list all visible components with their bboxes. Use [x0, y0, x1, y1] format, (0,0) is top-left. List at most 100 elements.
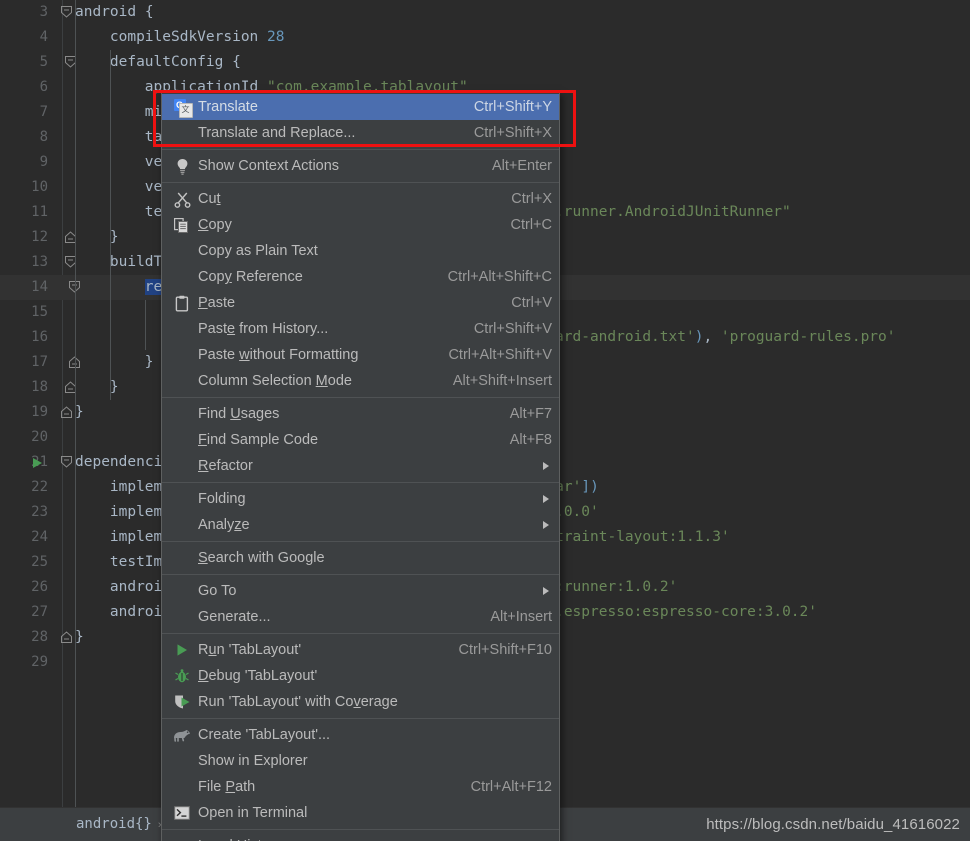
menu-separator	[162, 541, 559, 542]
menu-item-copy[interactable]: Copy Ctrl+C	[162, 212, 559, 238]
line-number: 3	[39, 4, 48, 20]
code-text[interactable]: }	[110, 225, 119, 250]
line-number: 27	[31, 604, 48, 620]
menu-item-cut[interactable]: Cut Ctrl+X	[162, 186, 559, 212]
line-number: 19	[31, 404, 48, 420]
menu-item-paste-without-formatting[interactable]: Paste without Formatting Ctrl+Alt+Shift+V	[162, 342, 559, 368]
menu-item-translate-and-replace[interactable]: Translate and Replace... Ctrl+Shift+X	[162, 120, 559, 146]
menu-item-label: File Path	[198, 779, 256, 795]
line-number: 28	[31, 629, 48, 645]
menu-item-find-usages[interactable]: Find Usages Alt+F7	[162, 401, 559, 427]
breadcrumb[interactable]: android{} ›	[76, 808, 168, 841]
menu-item-translate[interactable]: G文Translate Ctrl+Shift+Y	[162, 94, 559, 120]
menu-item-icon-empty	[168, 120, 196, 146]
menu-item-copy-as-plain-text[interactable]: Copy as Plain Text	[162, 238, 559, 264]
menu-item-icon-empty	[168, 833, 196, 841]
fold-toggle-icon[interactable]	[58, 625, 74, 650]
menu-item-label: Copy as Plain Text	[198, 243, 318, 259]
menu-item-refactor[interactable]: Refactor	[162, 453, 559, 479]
line-number: 5	[39, 54, 48, 70]
menu-item-label: Debug 'TabLayout'	[198, 668, 318, 684]
menu-item-icon-empty	[168, 774, 196, 800]
menu-item-icon-empty	[168, 427, 196, 453]
copy-icon	[168, 212, 196, 238]
breadcrumb-item-android[interactable]: android{}	[76, 816, 152, 832]
menu-item-generate[interactable]: Generate... Alt+Insert	[162, 604, 559, 630]
menu-item-icon-empty	[168, 453, 196, 479]
menu-item-local-history[interactable]: Local History	[162, 833, 559, 841]
code-text[interactable]: }	[110, 375, 119, 400]
menu-item-label: Generate...	[198, 609, 271, 625]
menu-item-search-with-google[interactable]: Search with Google	[162, 545, 559, 571]
menu-item-column-selection-mode[interactable]: Column Selection Mode Alt+Shift+Insert	[162, 368, 559, 394]
menu-item-label: Show in Explorer	[198, 753, 308, 769]
menu-item-label: Column Selection Mode	[198, 373, 352, 389]
line-number: 25	[31, 554, 48, 570]
menu-item-run-tablayout-with-coverage[interactable]: Run 'TabLayout' with Coverage	[162, 689, 559, 715]
menu-item-shortcut: Ctrl+Alt+F12	[470, 779, 552, 795]
menu-item-label: Translate and Replace...	[198, 125, 356, 141]
code-text[interactable]: }	[75, 400, 84, 425]
submenu-arrow-icon	[540, 587, 552, 595]
line-number: 9	[39, 154, 48, 170]
debug-icon	[168, 663, 196, 689]
menu-item-icon-empty	[168, 238, 196, 264]
editor-context-menu[interactable]: G文Translate Ctrl+Shift+Y Translate and Rep…	[161, 92, 560, 841]
line-number: 11	[31, 204, 48, 220]
menu-item-icon-empty	[168, 342, 196, 368]
code-text[interactable]: android {	[75, 0, 154, 25]
line-number: 4	[39, 29, 48, 45]
fold-toggle-icon[interactable]	[58, 400, 74, 425]
menu-item-run-tablayout[interactable]: Run 'TabLayout' Ctrl+Shift+F10	[162, 637, 559, 663]
code-line[interactable]: 3 android {	[0, 0, 970, 25]
code-line[interactable]: 4 compileSdkVersion 28	[0, 25, 970, 50]
menu-item-label: Open in Terminal	[198, 805, 308, 821]
menu-item-open-in-terminal[interactable]: Open in Terminal	[162, 800, 559, 826]
line-number: 16	[31, 329, 48, 345]
indent-guide	[144, 300, 146, 350]
menu-separator	[162, 182, 559, 183]
line-number: 22	[31, 479, 48, 495]
menu-item-shortcut: Ctrl+Shift+X	[473, 125, 552, 141]
menu-item-folding[interactable]: Folding	[162, 486, 559, 512]
code-text[interactable]: }	[75, 625, 84, 650]
fold-toggle-icon[interactable]	[66, 350, 82, 375]
menu-item-find-sample-code[interactable]: Find Sample Code Alt+F8	[162, 427, 559, 453]
menu-item-show-context-actions[interactable]: Show Context Actions Alt+Enter	[162, 153, 559, 179]
menu-item-paste-from-history[interactable]: Paste from History... Ctrl+Shift+V	[162, 316, 559, 342]
menu-item-label: Create 'TabLayout'...	[198, 727, 331, 743]
run-gutter-icon[interactable]	[33, 458, 42, 468]
menu-item-create-tablayout[interactable]: Create 'TabLayout'...	[162, 722, 559, 748]
coverage-icon	[168, 689, 196, 715]
menu-item-show-in-explorer[interactable]: Show in Explorer	[162, 748, 559, 774]
line-number: 20	[31, 429, 48, 445]
menu-item-label: Copy	[198, 217, 232, 233]
menu-item-label: Refactor	[198, 458, 253, 474]
code-text[interactable]: defaultConfig {	[110, 50, 241, 75]
menu-item-go-to[interactable]: Go To	[162, 578, 559, 604]
line-number: 18	[31, 379, 48, 395]
fold-toggle-icon[interactable]	[66, 275, 82, 300]
menu-item-debug-tablayout[interactable]: Debug 'TabLayout'	[162, 663, 559, 689]
code-text[interactable]: }	[145, 350, 154, 375]
menu-item-label: Analyze	[198, 517, 250, 533]
menu-item-icon-empty	[168, 748, 196, 774]
menu-item-paste[interactable]: Paste Ctrl+V	[162, 290, 559, 316]
submenu-arrow-icon	[540, 521, 552, 529]
menu-item-copy-reference[interactable]: Copy Reference Ctrl+Alt+Shift+C	[162, 264, 559, 290]
line-number: 8	[39, 129, 48, 145]
line-number: 12	[31, 229, 48, 245]
menu-separator	[162, 633, 559, 634]
code-text[interactable]: compileSdkVersion 28	[110, 25, 285, 50]
fold-toggle-icon[interactable]	[58, 450, 74, 475]
menu-item-file-path[interactable]: File Path Ctrl+Alt+F12	[162, 774, 559, 800]
line-number: 17	[31, 354, 48, 370]
menu-item-shortcut: Ctrl+C	[510, 217, 553, 233]
menu-item-label: Paste without Formatting	[198, 347, 359, 363]
menu-item-analyze[interactable]: Analyze	[162, 512, 559, 538]
line-number: 13	[31, 254, 48, 270]
line-number: 6	[39, 79, 48, 95]
code-line[interactable]: 5 defaultConfig {	[0, 50, 970, 75]
fold-toggle-icon[interactable]	[58, 0, 74, 25]
menu-item-shortcut: Alt+Insert	[490, 609, 552, 625]
